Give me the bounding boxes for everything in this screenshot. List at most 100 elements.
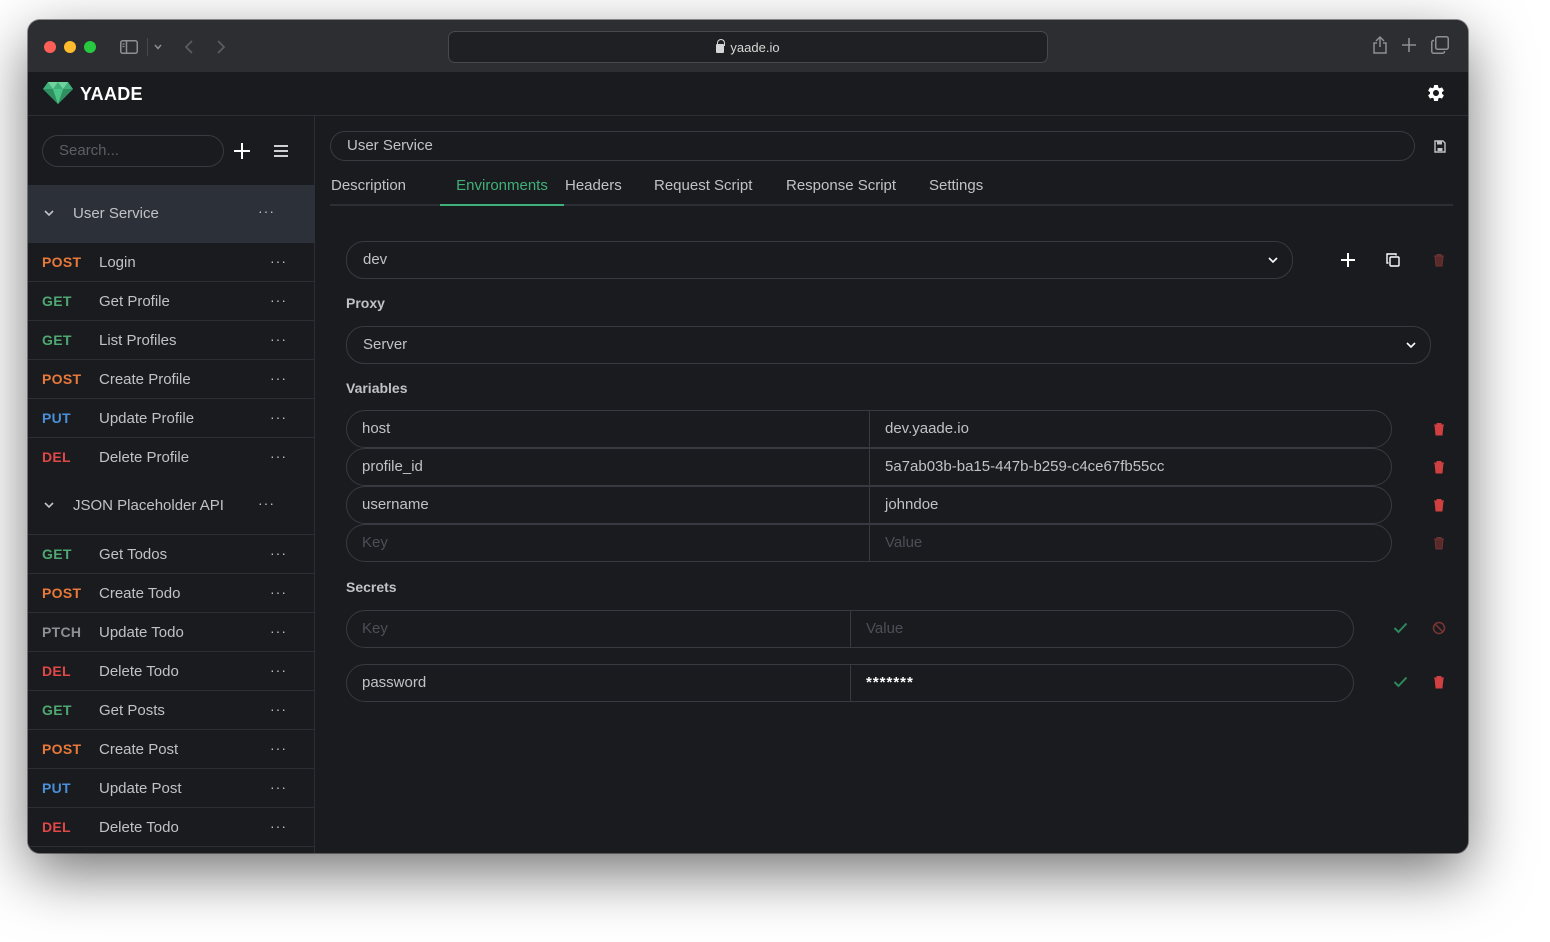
forward-arrow-icon[interactable] [216, 39, 226, 55]
chevron-down-icon[interactable] [154, 44, 162, 50]
tab-overview-icon[interactable] [1431, 36, 1449, 54]
chevron-down-icon[interactable] [44, 502, 54, 509]
request-item[interactable]: GET Get Posts ··· [28, 691, 315, 730]
collection-title-input[interactable]: User Service [330, 131, 1415, 161]
more-options-icon[interactable]: ··· [270, 292, 287, 308]
trash-icon[interactable] [1433, 498, 1445, 512]
more-options-icon[interactable]: ··· [270, 779, 287, 795]
request-item[interactable]: POST Create Todo ··· [28, 574, 315, 613]
zoom-window-button[interactable] [84, 41, 96, 53]
trash-icon[interactable] [1433, 422, 1445, 436]
tab-description[interactable]: Description [331, 177, 406, 206]
request-item[interactable]: GET Get Profile ··· [28, 282, 315, 321]
more-options-icon[interactable]: ··· [270, 623, 287, 639]
secret-value-input[interactable]: ******* [851, 665, 1353, 701]
tab-headers[interactable]: Headers [565, 177, 622, 206]
variable-value-input[interactable]: johndoe [870, 487, 1390, 523]
method-badge: GET [42, 546, 72, 562]
check-icon[interactable] [1393, 676, 1408, 688]
request-name: Get Posts [99, 702, 165, 719]
request-item[interactable]: GET Get Todos ··· [28, 535, 315, 574]
tab-settings[interactable]: Settings [929, 177, 983, 206]
add-icon[interactable] [234, 143, 250, 159]
block-icon[interactable] [1432, 621, 1446, 635]
new-secret-key-input[interactable]: Key [347, 611, 850, 647]
request-name: Create Profile [99, 371, 191, 388]
browser-toolbar: yaade.io [28, 20, 1468, 73]
close-window-button[interactable] [44, 41, 56, 53]
share-icon[interactable] [1372, 35, 1388, 55]
variable-key-input[interactable]: username [347, 487, 869, 523]
more-options-icon[interactable]: ··· [270, 448, 287, 464]
active-tab-indicator [440, 204, 564, 206]
more-options-icon[interactable]: ··· [258, 495, 275, 511]
variable-key-input[interactable]: profile_id [347, 449, 869, 485]
more-options-icon[interactable]: ··· [270, 584, 287, 600]
trash-icon[interactable] [1433, 253, 1445, 267]
new-variable-row: Key Value [346, 524, 1392, 562]
back-arrow-icon[interactable] [184, 39, 194, 55]
more-options-icon[interactable]: ··· [270, 701, 287, 717]
trash-icon[interactable] [1433, 675, 1445, 689]
more-options-icon[interactable]: ··· [270, 545, 287, 561]
search-input[interactable]: Search... [42, 135, 224, 167]
new-variable-value-input[interactable]: Value [870, 525, 1390, 561]
request-item[interactable]: DEL Delete Todo ··· [28, 652, 315, 691]
add-environment-icon[interactable] [1340, 252, 1356, 268]
gear-icon[interactable] [1426, 83, 1446, 103]
new-tab-icon[interactable] [1402, 38, 1416, 52]
request-name: Login [99, 254, 136, 271]
address-bar[interactable]: yaade.io [448, 31, 1048, 63]
variable-value-input[interactable]: dev.yaade.io [870, 411, 1390, 447]
request-item[interactable]: GET List Profiles ··· [28, 321, 315, 360]
method-badge: POST [42, 371, 82, 387]
request-item[interactable]: PTCH Update Todo ··· [28, 613, 315, 652]
method-badge: DEL [42, 663, 71, 679]
request-name: Get Profile [99, 293, 170, 310]
sidebar-toggle-icon[interactable] [120, 40, 138, 54]
chevron-down-icon[interactable] [44, 210, 54, 217]
check-icon[interactable] [1393, 622, 1408, 634]
secret-key-input[interactable]: password [347, 665, 850, 701]
trash-icon[interactable] [1433, 460, 1445, 474]
new-secret-value-input[interactable]: Value [851, 611, 1353, 647]
save-icon[interactable] [1434, 140, 1446, 153]
request-item[interactable]: DEL Delete Profile ··· [28, 438, 315, 477]
lock-icon [716, 38, 726, 53]
variable-value-input[interactable]: 5a7ab03b-ba15-447b-b259-c4ce67fb55cc [870, 449, 1390, 485]
request-name: Delete Todo [99, 663, 179, 680]
more-options-icon[interactable]: ··· [270, 331, 287, 347]
copy-icon[interactable] [1386, 253, 1400, 267]
request-item[interactable]: PUT Update Profile ··· [28, 399, 315, 438]
tab-request-script[interactable]: Request Script [654, 177, 752, 206]
tab-bar: Description Environments Headers Request… [330, 171, 1453, 206]
request-item[interactable]: POST Create Post ··· [28, 730, 315, 769]
request-item[interactable]: POST Create Profile ··· [28, 360, 315, 399]
gem-logo-icon [43, 82, 73, 104]
request-item[interactable]: POST Login ··· [28, 243, 315, 282]
tab-environments[interactable]: Environments [440, 177, 564, 206]
more-options-icon[interactable]: ··· [270, 409, 287, 425]
collection-user-service[interactable]: User Service ··· [28, 185, 315, 243]
request-name: List Profiles [99, 332, 177, 349]
method-badge: GET [42, 293, 72, 309]
variable-key-input[interactable]: host [347, 411, 869, 447]
more-options-icon[interactable]: ··· [270, 370, 287, 386]
tab-response-script[interactable]: Response Script [786, 177, 896, 206]
more-options-icon[interactable]: ··· [270, 662, 287, 678]
more-options-icon[interactable]: ··· [258, 203, 275, 219]
new-variable-key-input[interactable]: Key [347, 525, 869, 561]
method-badge: PUT [42, 780, 71, 796]
environment-select[interactable]: dev [346, 241, 1293, 279]
collection-json-placeholder-api[interactable]: JSON Placeholder API ··· [28, 477, 315, 535]
request-item[interactable]: DEL Delete Todo ··· [28, 808, 315, 847]
brand-name: YAADE [80, 84, 143, 104]
minimize-window-button[interactable] [64, 41, 76, 53]
proxy-select[interactable]: Server [346, 326, 1431, 364]
more-options-icon[interactable]: ··· [270, 740, 287, 756]
more-options-icon[interactable]: ··· [270, 253, 287, 269]
variable-row: username johndoe [346, 486, 1392, 524]
more-options-icon[interactable]: ··· [270, 818, 287, 834]
request-item[interactable]: PUT Update Post ··· [28, 769, 315, 808]
menu-icon[interactable] [274, 145, 288, 157]
